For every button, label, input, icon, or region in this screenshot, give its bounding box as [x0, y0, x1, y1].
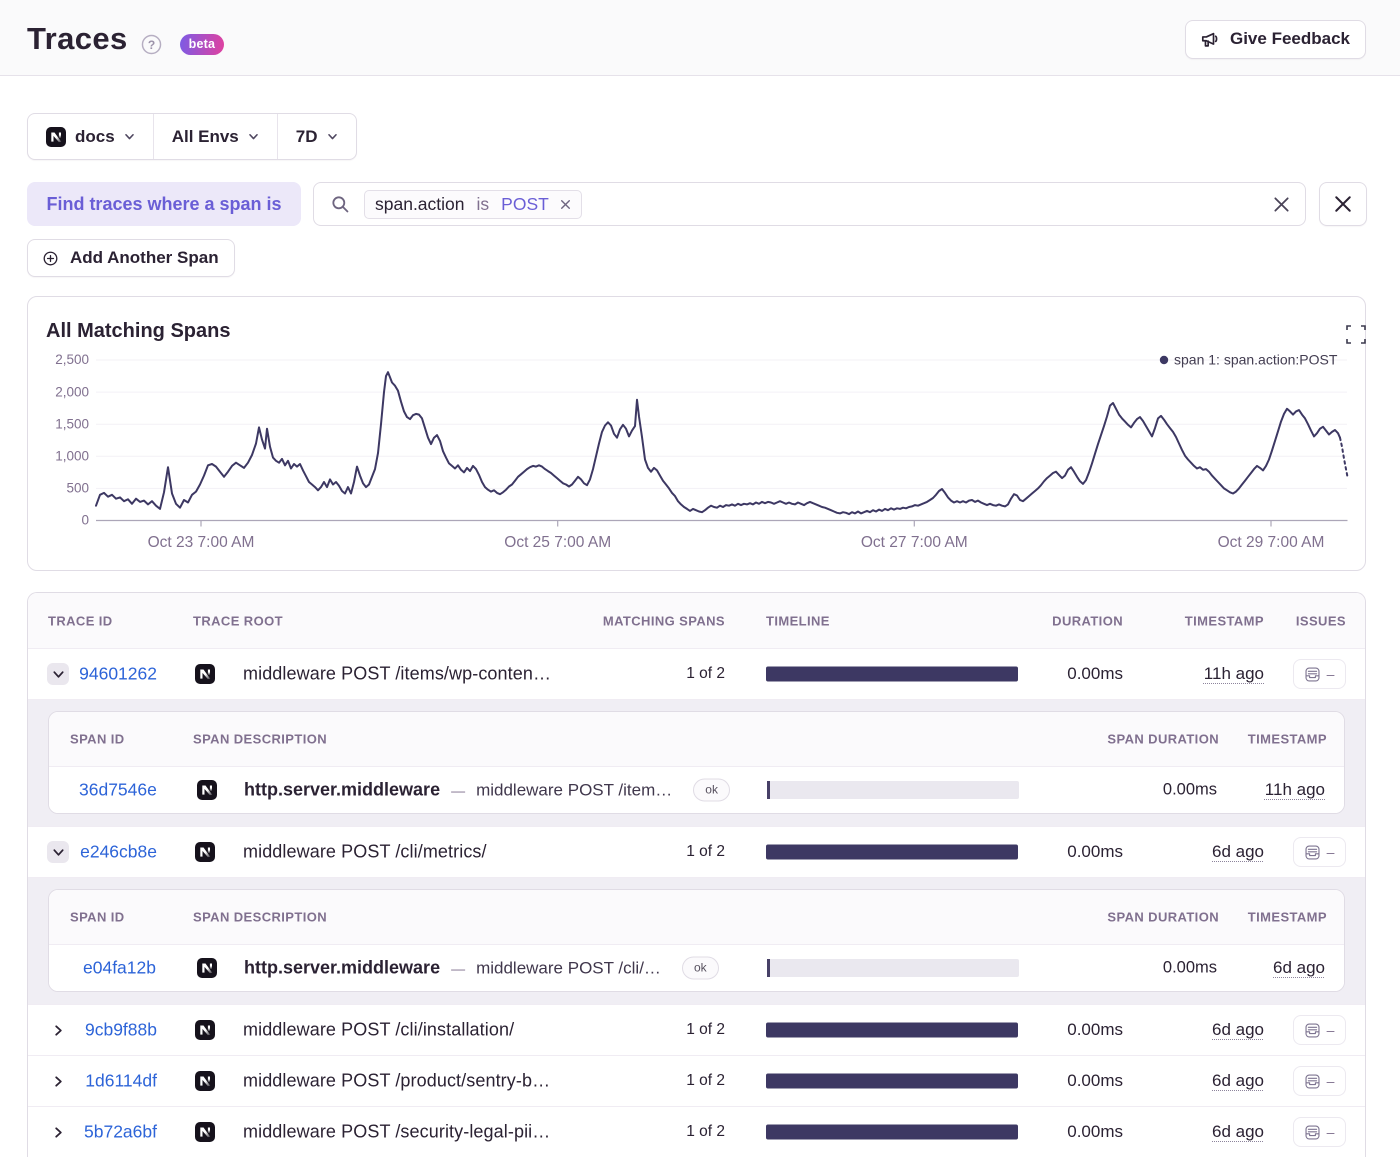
svg-text:2,500: 2,500	[55, 352, 89, 367]
svg-text:Oct 27 7:00 AM: Oct 27 7:00 AM	[861, 534, 968, 551]
svg-text:0: 0	[81, 513, 89, 528]
svg-text:500: 500	[66, 481, 89, 496]
svg-text:2,000: 2,000	[55, 384, 89, 399]
svg-text:span 1: span.action:POST: span 1: span.action:POST	[1174, 352, 1338, 368]
svg-text:1,000: 1,000	[55, 449, 89, 464]
svg-text:Oct 23 7:00 AM: Oct 23 7:00 AM	[148, 534, 255, 551]
svg-text:Oct 29 7:00 AM: Oct 29 7:00 AM	[1218, 534, 1325, 551]
svg-text:1,500: 1,500	[55, 416, 89, 431]
svg-text:?: ?	[147, 37, 154, 51]
svg-text:Oct 25 7:00 AM: Oct 25 7:00 AM	[504, 534, 611, 551]
